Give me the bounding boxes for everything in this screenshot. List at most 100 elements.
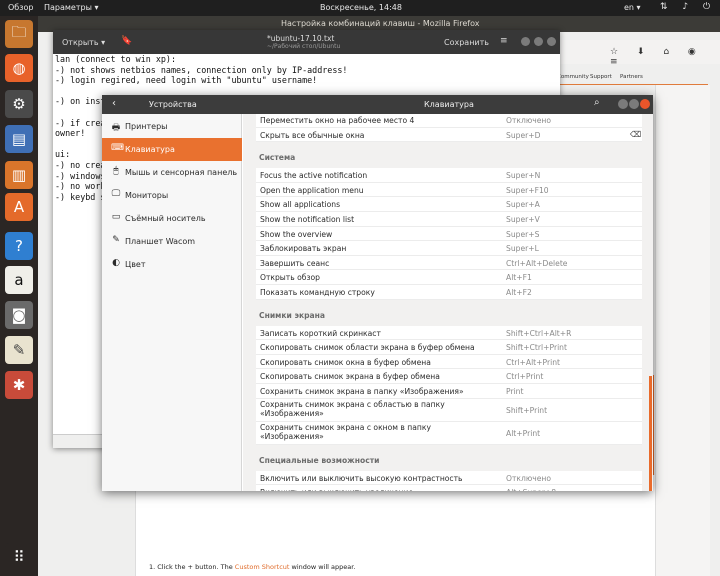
shortcut-name: Сохранить снимок экрана с окном в папку … [260,422,431,441]
bookmark-icon[interactable]: 🔖 [121,36,132,46]
shortcut-row[interactable]: Show the notification list Super+V [256,212,642,227]
shortcut-keys: Shift+Ctrl+Print [506,343,567,353]
shortcut-row[interactable]: Завершить сеанс Ctrl+Alt+Delete [256,255,642,271]
system-menu-icons[interactable]: ⇅ ♪ ⏻ [660,2,716,12]
link-partners[interactable]: Partners [620,74,643,80]
sidebar-item-printers[interactable]: 🖶 Принтеры [102,115,242,138]
shortcut-row[interactable]: Open the application menu Super+F10 [256,182,642,198]
firefox-icon[interactable]: ◍ [5,54,33,82]
settings-app-icon[interactable]: ⚙ [5,90,33,118]
sidebar-item-label: Цвет [125,260,146,269]
shortcut-row[interactable]: Переместить окно на рабочее место 4 Отклю… [256,114,642,128]
search-icon[interactable]: ⌕ [594,97,600,108]
shortcut-keys: Super+F10 [506,185,549,195]
shortcut-keys: Super+N [506,171,541,181]
language-indicator[interactable]: en ▾ [624,3,641,12]
text-line: lan (connect to win xp): [55,54,177,64]
shortcut-row[interactable]: Скопировать снимок экрана в буфер обмена… [256,369,642,384]
app-menu[interactable]: Параметры ▾ [44,3,98,12]
shortcut-keys: Print [506,387,524,396]
shortcut-keys: Отключено [506,116,552,125]
shortcut-row[interactable]: Show the overview Super+S [256,226,642,242]
page-right-column [651,85,710,576]
printer-icon: 🖶 [111,123,121,133]
minimize-button[interactable] [618,99,628,109]
sidebar-item-mouse[interactable]: 🖱 Мышь и сенсорная панель [102,161,242,184]
shortcut-name: Сохранить снимок экрана в папку «Изображ… [260,387,464,396]
shortcut-keys: Alt+F1 [506,273,532,283]
shortcut-row[interactable]: Focus the active notification Super+N [256,168,642,183]
minimize-button[interactable] [521,37,530,46]
sidebar-item-color[interactable]: ◐ Цвет [102,253,242,276]
shortcut-keys: Shift+Print [506,405,548,415]
sidebar-item-wacom[interactable]: ✎ Планшет Wacom [102,230,242,253]
reset-shortcut-icon[interactable]: ⌫ [630,130,641,139]
shortcut-name: Скопировать снимок окна в буфер обмена [260,357,431,367]
link-community[interactable]: Community [557,74,589,80]
help-icon[interactable]: ? [5,232,33,260]
custom-shortcut-link[interactable]: Custom Shortcut [235,563,290,571]
text-line: -) login regired, need login with "ubunt… [55,75,318,86]
text-editor-icon[interactable]: ✎ [5,336,33,364]
shortcut-name: Сохранить снимок экрана с областью в пап… [260,399,445,418]
sidebar-item-keyboard[interactable]: ⌨ Клавиатура [102,138,242,161]
activities-button[interactable]: Обзор [8,3,33,12]
firefox-window-title: Настройка комбинаций клавиш - Mozilla Fi… [281,19,480,28]
shortcut-row[interactable]: Записать короткий скринкаст Shift+Ctrl+Al… [256,325,642,341]
shortcut-row[interactable]: Включить или выключить высокую контрастн… [256,470,642,486]
mouse-icon: 🖱 [113,166,119,176]
shortcut-row[interactable]: Сохранить снимок экрана с окном в папку … [256,421,642,445]
sidebar-item-label: Принтеры [125,122,168,131]
show-apps-icon[interactable]: ⠿ [5,543,33,571]
shortcut-row[interactable]: Сохранить снимок экрана с областью в пап… [256,398,642,422]
shortcut-row[interactable]: Сохранить снимок экрана в папку «Изображ… [256,384,642,399]
shortcut-keys: Super+A [506,200,540,210]
clock[interactable]: Воскресенье, 14:48 [320,3,402,12]
libreoffice-impress-icon[interactable]: ▥ [5,161,33,189]
shortcut-row[interactable]: Скрыть все обычные окна Super+D ⌫ [256,127,642,143]
shortcut-row[interactable]: Скопировать снимок окна в буфер обмена Ct… [256,354,642,370]
document-filename: *ubuntu-17.10.txt [267,34,335,43]
shortcut-keys: Super+S [506,229,540,239]
files-icon[interactable]: 🗀 [5,20,33,48]
shortcut-row[interactable]: Скопировать снимок области экрана в буфе… [256,340,642,355]
shortcut-row[interactable]: Открыть обзор Alt+F1 [256,270,642,285]
shortcut-name: Open the application menu [260,185,364,195]
amazon-icon[interactable]: a [5,266,33,294]
shortcut-row[interactable]: Включить или выключить увеличение Alt+Sup… [256,485,642,491]
color-icon: ◐ [112,258,120,268]
shortcut-name: Show the notification list [260,215,355,224]
sidebar-item-label: Клавиатура [125,145,175,154]
shortcut-keys: Super+L [506,244,539,254]
shortcut-row[interactable]: Показать командную строку Alt+F2 [256,285,642,300]
shortcut-row[interactable]: Заблокировать экран Super+L [256,241,642,256]
shortcut-name: Скопировать снимок экрана в буфер обмена [260,372,440,382]
shortcut-keys: Super+D [506,130,541,140]
shortcut-name: Переместить окно на рабочее место 4 [260,116,415,125]
firefox-nav-icons[interactable]: ☆ ⬇ ⌂ ◉ ≡ [610,47,720,67]
maximize-button[interactable] [629,99,639,109]
shortcut-row[interactable]: Show all applications Super+A [256,197,642,212]
hamburger-menu-icon[interactable]: ≡ [500,36,508,46]
close-button[interactable] [547,37,556,46]
text-editor-headerbar: Открыть ▾ 🔖 *ubuntu-17.10.txt ~/Рабочий … [53,30,560,54]
shortcut-name: Показать командную строку [260,288,375,297]
sidebar-item-displays[interactable]: 🖵 Мониторы [102,184,242,207]
shortcut-name: Завершить сеанс [260,258,330,268]
link-support[interactable]: Support [590,74,612,80]
shortcut-name: Включить или выключить увеличение [260,488,413,491]
close-button[interactable] [640,99,650,109]
libreoffice-writer-icon[interactable]: ▤ [5,125,33,153]
back-arrow-icon[interactable]: ‹ [112,98,116,109]
shortcut-group-heading: Система [259,153,296,163]
software-center-icon[interactable]: A [5,193,33,221]
system-tools-icon[interactable]: ✱ [5,371,33,399]
screenshot-icon[interactable]: ◙ [5,301,33,329]
save-button[interactable]: Сохранить [444,38,489,47]
sidebar-item-removable-media[interactable]: ▭ Съёмный носитель [102,207,242,230]
scrollbar[interactable] [649,376,652,491]
sidebar-item-label: Съёмный носитель [125,214,206,223]
open-button[interactable]: Открыть ▾ [62,38,105,47]
dock: 🗀 ◍ ⚙ ▤ ▥ A? a ◙ ✎ ✱ ⠿ [0,16,38,576]
maximize-button[interactable] [534,37,543,46]
